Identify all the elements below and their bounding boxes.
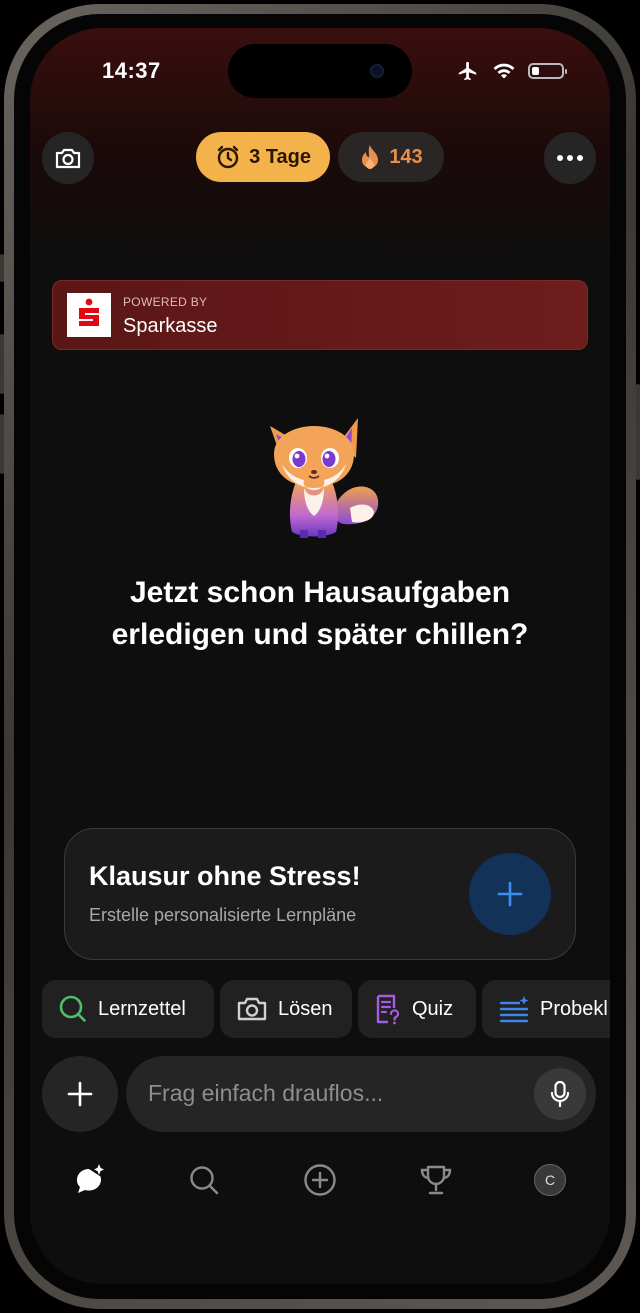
search-icon: [59, 995, 86, 1022]
headline-line-1: Jetzt schon Hausaufgaben: [129, 576, 511, 609]
score-pill[interactable]: 143: [338, 132, 444, 182]
tab-chat[interactable]: [70, 1160, 110, 1200]
trophy-icon: [420, 1165, 452, 1195]
microphone-button[interactable]: [534, 1068, 586, 1120]
sponsor-name: Sparkasse: [123, 315, 218, 337]
front-camera: [370, 64, 384, 78]
camera-icon: [237, 997, 267, 1021]
avatar: C: [534, 1164, 566, 1196]
power-button: [636, 384, 640, 480]
status-time: 14:37: [102, 58, 161, 83]
camera-icon: [55, 148, 81, 169]
tab-profile[interactable]: C: [530, 1160, 570, 1200]
more-button[interactable]: [544, 132, 596, 184]
battery-level: [532, 67, 539, 75]
question-input[interactable]: Frag einfach drauflos...: [126, 1056, 596, 1132]
more-icon: [557, 155, 583, 161]
add-icon: [67, 1081, 93, 1107]
chip-lernzettel[interactable]: Lernzettel: [42, 980, 214, 1038]
chip-label: Lösen: [278, 997, 333, 1020]
fox-mascot-image: [270, 418, 379, 538]
plus-icon: [497, 881, 523, 907]
search-icon: [190, 1166, 219, 1195]
quiz-icon: [376, 994, 400, 1025]
chip-label: Probekl: [540, 997, 608, 1020]
tab-search[interactable]: [184, 1160, 224, 1200]
quick-actions: Lernzettel Lösen Quiz Probekl: [42, 980, 610, 1038]
streak-pill[interactable]: 3 Tage: [196, 132, 330, 182]
dynamic-island: [228, 44, 412, 98]
sparkasse-s-icon: [79, 298, 99, 326]
chat-sparkle-icon: [77, 1164, 104, 1193]
battery-icon: [528, 63, 567, 79]
stopwatch-icon: [217, 145, 239, 169]
sponsor-banner[interactable]: POWERED BY Sparkasse: [52, 280, 588, 350]
chip-label: Lernzettel: [98, 997, 186, 1020]
score-label: 143: [389, 145, 423, 168]
action-button: [0, 254, 4, 282]
add-circle-icon: [304, 1164, 336, 1196]
volume-up-button: [0, 334, 4, 394]
chip-label: Quiz: [412, 997, 454, 1020]
microphone-icon: [550, 1080, 570, 1108]
tab-trophy[interactable]: [416, 1160, 456, 1200]
exam-plan-card[interactable]: Klausur ohne Stress! Erstelle personalis…: [64, 828, 576, 960]
attach-button[interactable]: [42, 1056, 118, 1132]
chip-probeklausur[interactable]: Probekl: [482, 980, 610, 1038]
chip-loesen[interactable]: Lösen: [220, 980, 352, 1038]
headline: Jetzt schon Hausaufgaben erledigen und s…: [50, 572, 590, 656]
wifi-icon: [493, 63, 515, 79]
airplane-icon: [458, 61, 477, 81]
streak-label: 3 Tage: [249, 145, 311, 168]
sparkasse-logo: [67, 293, 111, 337]
tab-add[interactable]: [300, 1160, 340, 1200]
card-subtitle: Erstelle personalisierte Lernpläne: [89, 905, 357, 925]
create-plan-button[interactable]: [469, 853, 551, 935]
volume-down-button: [0, 414, 4, 474]
powered-by-label: POWERED BY: [123, 295, 208, 309]
camera-button[interactable]: [42, 132, 94, 184]
headline-line-2: erledigen und später chillen?: [111, 618, 529, 651]
status-icons: [456, 60, 567, 82]
input-placeholder: Frag einfach drauflos...: [148, 1080, 384, 1106]
card-title: Klausur ohne Stress!: [89, 861, 361, 891]
flame-icon: [362, 145, 379, 169]
text-sparkle-icon: [499, 996, 529, 1023]
chip-quiz[interactable]: Quiz: [358, 980, 476, 1038]
app-screen: 14:37 3 Tage 143 POWERED BY Sparkasse Je…: [30, 28, 610, 1284]
